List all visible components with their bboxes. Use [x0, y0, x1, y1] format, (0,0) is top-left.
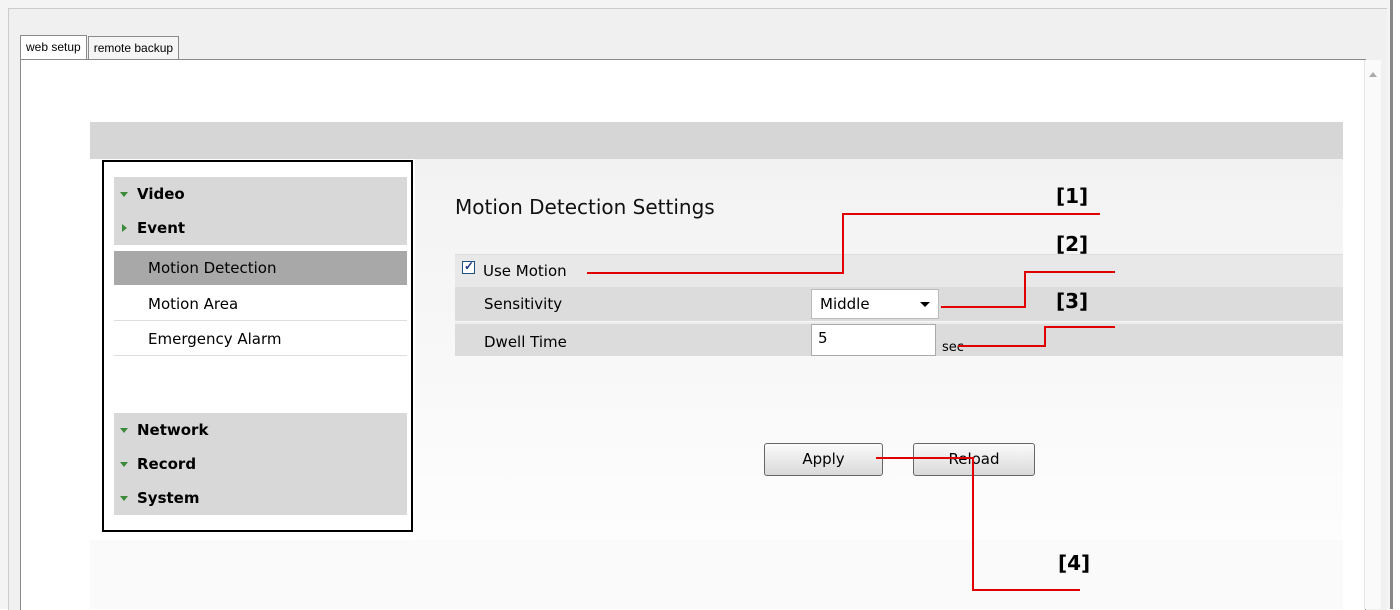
annotation-label: [2]	[1056, 232, 1089, 256]
tab-remote-backup[interactable]: remote backup	[87, 36, 180, 59]
tab-bar: web setup remote backup	[20, 35, 180, 60]
page-title: Motion Detection Settings	[455, 195, 715, 219]
dwell-time-input[interactable]: 5	[811, 324, 936, 356]
dwell-time-label: Dwell Time	[484, 333, 567, 351]
scroll-up-icon[interactable]	[1369, 72, 1377, 77]
annotation-line	[876, 457, 974, 459]
sensitivity-label: Sensitivity	[484, 295, 563, 313]
annotation-line	[958, 345, 1046, 347]
sidebar-top-group: Video Event	[114, 177, 407, 245]
annotation-line	[1024, 271, 1115, 273]
sidebar-group-record[interactable]: Record	[114, 447, 407, 481]
sidebar-group-label: Event	[137, 219, 186, 237]
chevron-down-icon	[120, 495, 128, 501]
annotation-line	[842, 213, 1100, 215]
annotation-label: [4]	[1058, 551, 1091, 575]
dwell-time-unit: sec	[942, 340, 964, 355]
sidebar-item-motion-area[interactable]: Motion Area	[114, 287, 407, 321]
tab-web-setup[interactable]: web setup	[20, 35, 87, 60]
sidebar-group-event[interactable]: Event	[114, 211, 407, 245]
annotation-label: [3]	[1056, 289, 1089, 313]
use-motion-checkbox[interactable]	[462, 259, 475, 274]
sensitivity-select[interactable]: Middle	[811, 289, 939, 319]
annotation-label: [1]	[1056, 184, 1089, 208]
annotation-line	[972, 457, 974, 591]
header-bar	[90, 122, 1343, 159]
sidebar-item-emergency-alarm[interactable]: Emergency Alarm	[114, 322, 407, 356]
annotation-line	[587, 272, 844, 274]
sidebar-group-label: Video	[137, 185, 185, 203]
annotation-line	[1044, 326, 1046, 347]
footer-area	[90, 540, 1343, 609]
apply-button[interactable]: Apply	[764, 443, 883, 476]
chevron-down-icon	[120, 427, 128, 433]
sidebar-group-label: Network	[137, 421, 209, 439]
chevron-right-icon	[122, 224, 127, 232]
settings-panel	[415, 159, 1343, 599]
sidebar-group-label: System	[137, 489, 200, 507]
chevron-down-icon	[120, 191, 128, 197]
annotation-line	[972, 589, 1080, 591]
reload-button[interactable]: Reload	[913, 443, 1035, 476]
sidebar-group-video[interactable]: Video	[114, 177, 407, 211]
sidebar-group-label: Record	[137, 455, 197, 473]
sidebar-item-motion-detection[interactable]: Motion Detection	[114, 251, 407, 285]
sensitivity-value: Middle	[820, 295, 870, 313]
chevron-down-icon	[120, 461, 128, 467]
annotation-line	[1044, 326, 1115, 328]
annotation-line	[842, 213, 844, 274]
annotation-line	[1024, 271, 1026, 308]
chevron-down-icon	[920, 302, 930, 307]
use-motion-label: Use Motion	[483, 262, 567, 280]
use-motion-row	[455, 254, 1343, 287]
scrollbar[interactable]	[1364, 60, 1381, 609]
annotation-line	[941, 306, 1026, 308]
sidebar-group-system[interactable]: System	[114, 481, 407, 515]
sidebar-group-network[interactable]: Network	[114, 413, 407, 447]
sidebar: Video Event Motion Detection Motion Area…	[102, 160, 413, 532]
sidebar-bottom-group: Network Record System	[114, 413, 407, 515]
